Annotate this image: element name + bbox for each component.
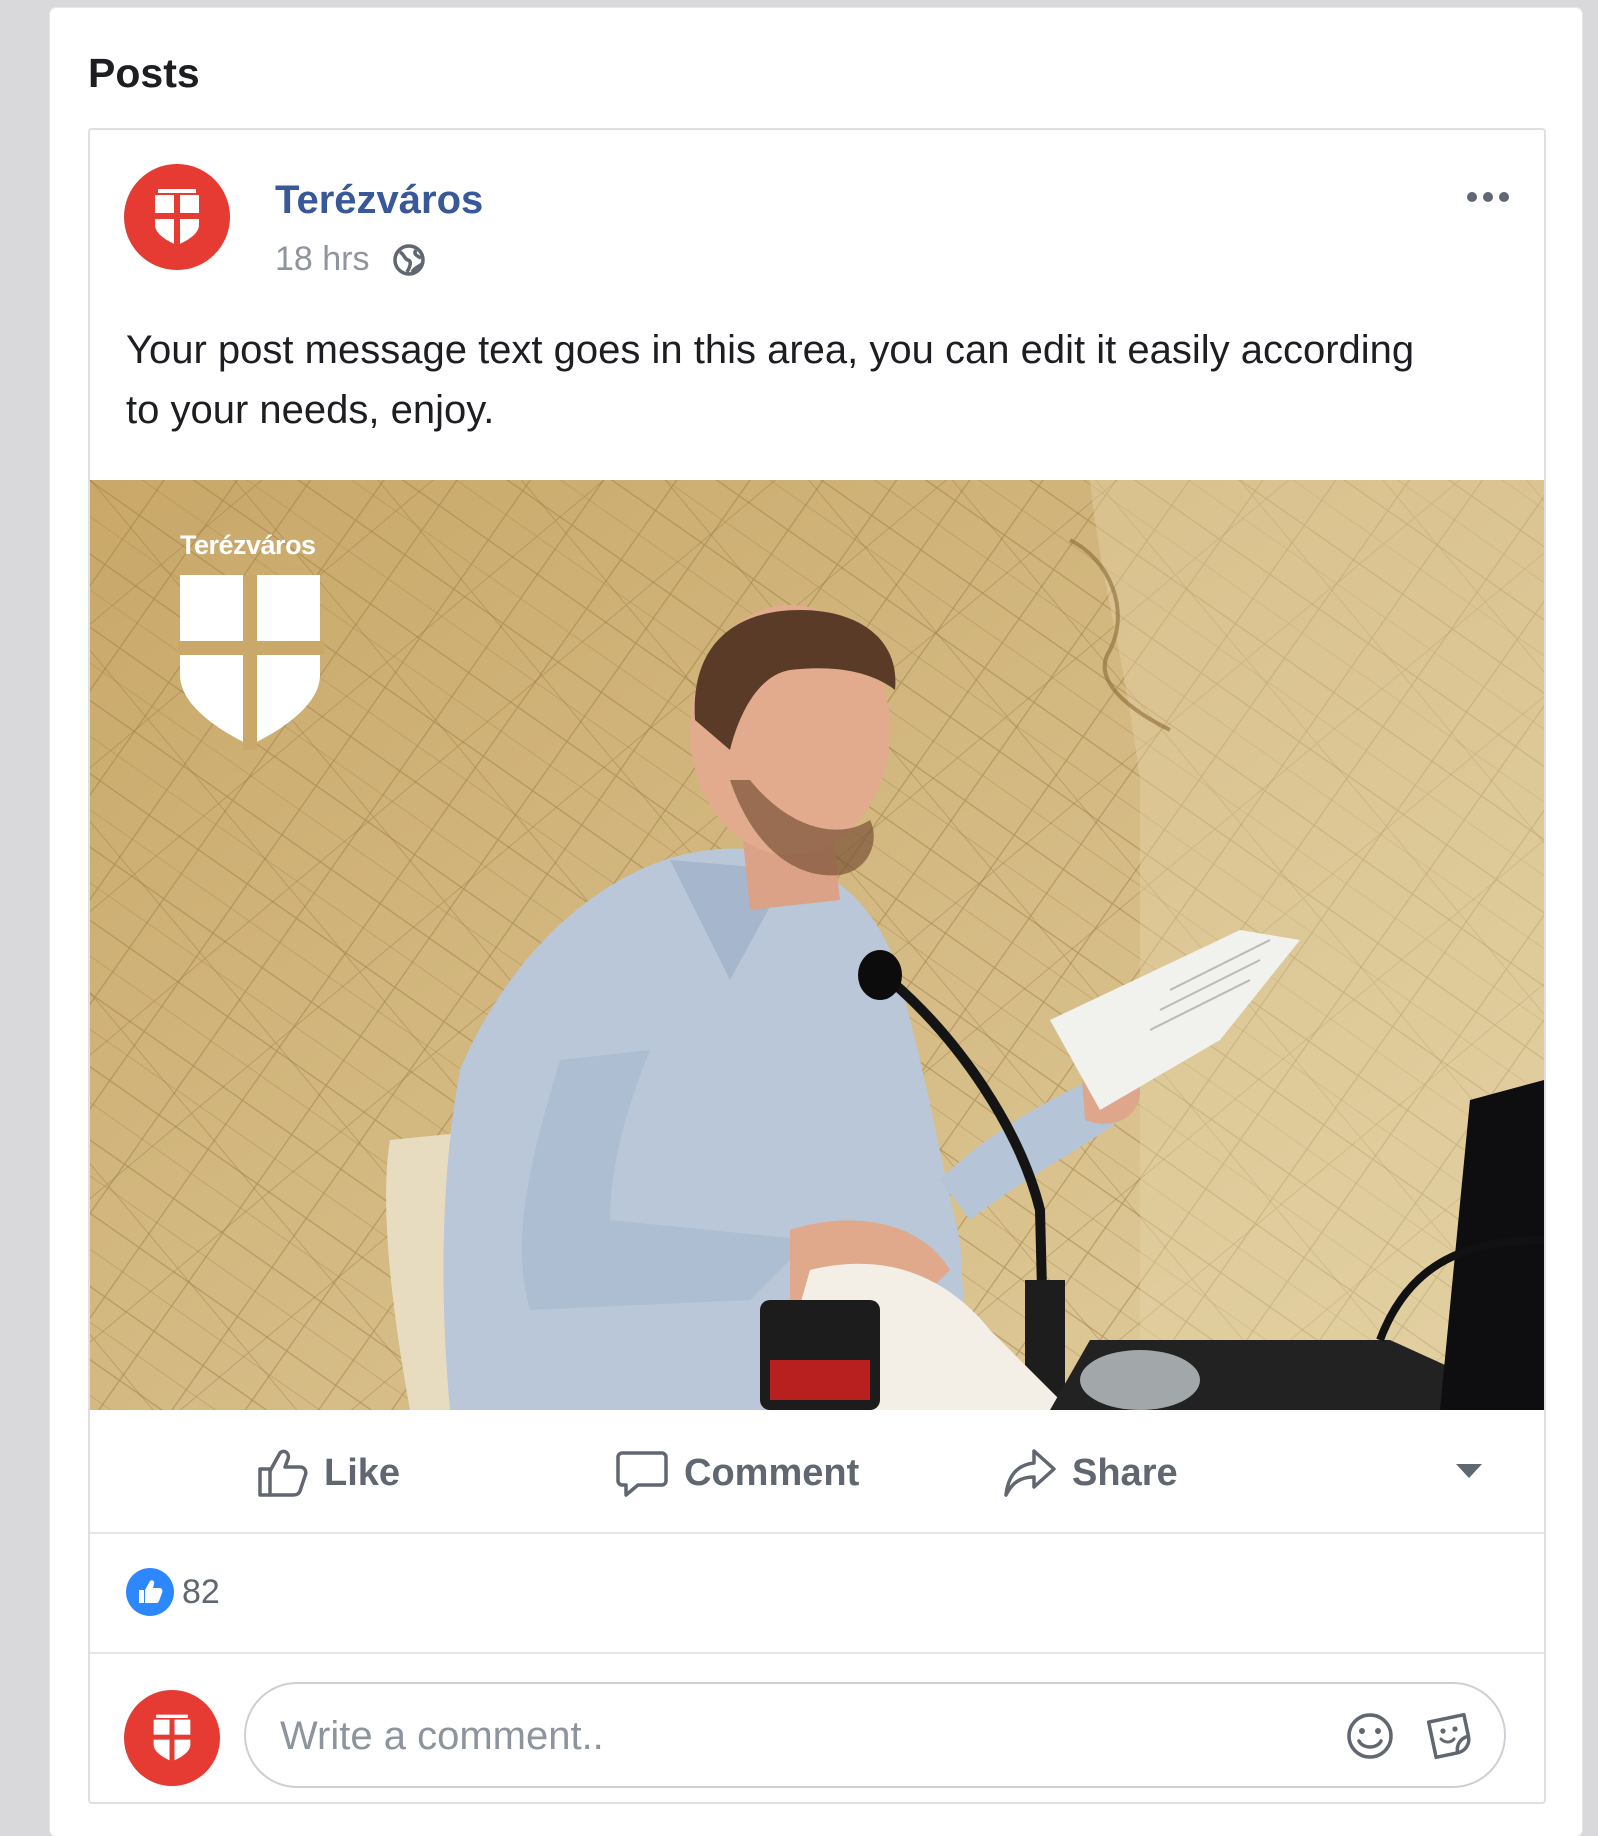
- emoji-icon[interactable]: [1344, 1710, 1396, 1762]
- image-brand-label: Terézváros: [180, 530, 316, 560]
- share-button[interactable]: Share: [1002, 1442, 1178, 1504]
- more-options-button[interactable]: [1458, 182, 1518, 212]
- commenter-avatar: [124, 1690, 220, 1786]
- reaction-count: 82: [182, 1572, 220, 1611]
- like-label: Like: [324, 1451, 401, 1494]
- comment-input[interactable]: [280, 1708, 1280, 1764]
- thumbs-up-icon: [258, 1449, 308, 1497]
- dot-icon: [1467, 192, 1477, 202]
- dot-icon: [1499, 192, 1509, 202]
- page-avatar[interactable]: [124, 164, 230, 270]
- post-timestamp[interactable]: 18 hrs: [275, 240, 370, 279]
- dot-icon: [1483, 192, 1493, 202]
- posts-panel: Posts Terézváros 18 hrs Your post messag…: [50, 8, 1582, 1836]
- shield-icon: [152, 1714, 192, 1763]
- share-icon: [1004, 1449, 1056, 1497]
- comment-button[interactable]: Comment: [614, 1442, 859, 1504]
- like-reaction-icon: [126, 1568, 174, 1616]
- comment-icon: [616, 1451, 668, 1497]
- post-message: Your post message text goes in this area…: [126, 328, 1415, 432]
- comment-label: Comment: [684, 1451, 860, 1494]
- divider: [90, 1652, 1544, 1654]
- reactions-summary[interactable]: 82: [126, 1566, 220, 1618]
- photo-illustration: [90, 480, 1544, 1410]
- comment-composer[interactable]: [244, 1682, 1506, 1788]
- like-button[interactable]: Like: [254, 1442, 400, 1504]
- share-label: Share: [1072, 1451, 1178, 1494]
- page-name-link[interactable]: Terézváros: [275, 178, 483, 223]
- post-actions-bar: Like Comment Share: [90, 1412, 1544, 1534]
- post-meta: 18 hrs: [275, 240, 426, 279]
- globe-icon: [392, 243, 425, 276]
- shield-icon: [153, 189, 201, 247]
- sticker-icon[interactable]: [1424, 1710, 1476, 1762]
- post-card: Terézváros 18 hrs Your post message text…: [88, 128, 1546, 1804]
- audience-dropdown-caret-icon[interactable]: [1456, 1464, 1482, 1478]
- post-image[interactable]: Terézváros: [90, 480, 1544, 1410]
- panel-title: Posts: [88, 50, 200, 96]
